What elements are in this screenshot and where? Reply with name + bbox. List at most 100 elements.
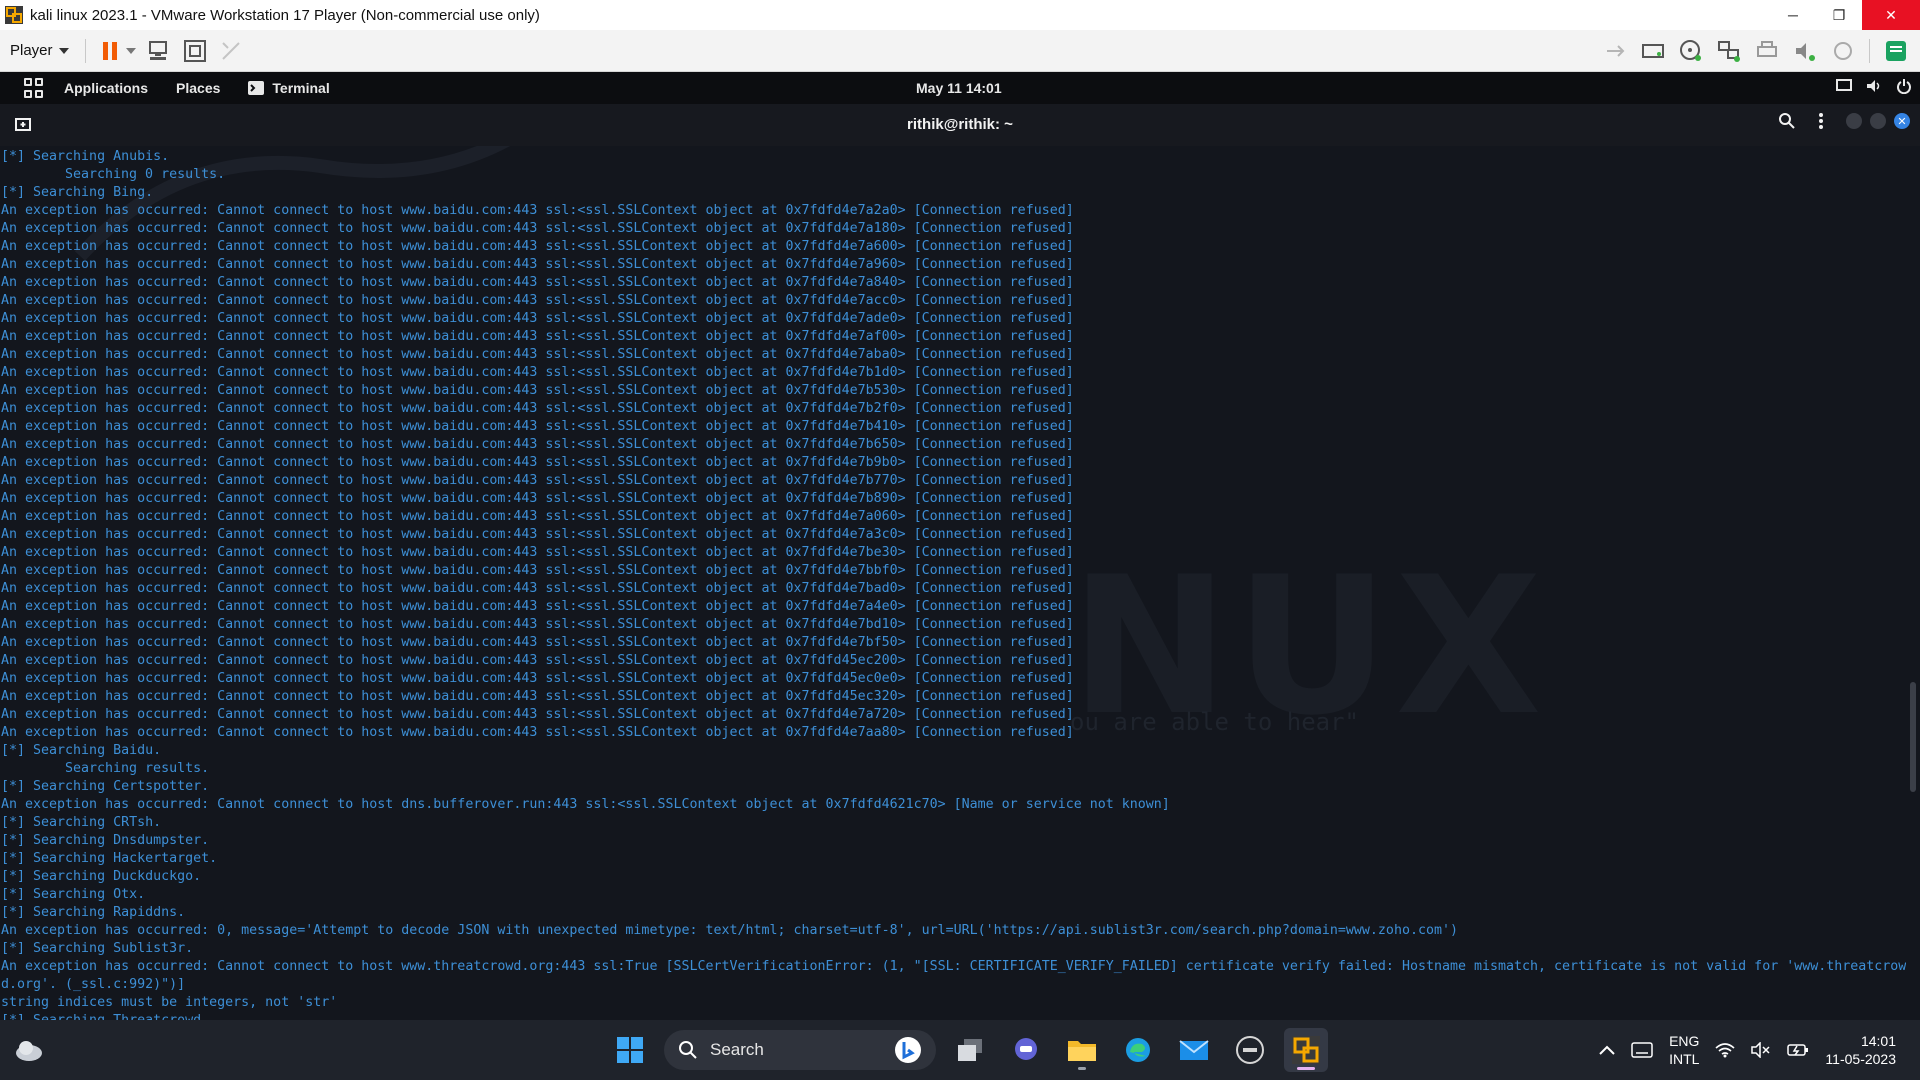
panel-clock[interactable]: May 11 14:01 [916, 80, 1002, 96]
terminal-maximize-button[interactable] [1870, 113, 1886, 129]
muted-speaker-icon[interactable] [1751, 1042, 1771, 1058]
terminal-line: [*] Searching CRTsh. [1, 815, 162, 830]
app-grid-icon[interactable] [24, 78, 44, 98]
chevron-up-icon[interactable] [1599, 1045, 1615, 1055]
taskbar-apps: Search [608, 1026, 1328, 1074]
fullscreen-icon [183, 39, 206, 62]
taskbar-date: 11-05-2023 [1825, 1051, 1896, 1067]
player-menu[interactable]: Player [0, 42, 79, 59]
fullscreen-button[interactable] [180, 36, 210, 66]
terminal-line: An exception has occurred: Cannot connec… [1, 455, 1074, 470]
dell-icon [1236, 1036, 1264, 1064]
windows-taskbar: Search ENG INTL 14:01 11-05-2023 [0, 1020, 1920, 1080]
language-code: ENG [1669, 1033, 1700, 1049]
terminal-line: An exception has occurred: Cannot connec… [1, 581, 1074, 596]
vmware-icon [1292, 1036, 1320, 1064]
terminal-output[interactable]: NUX ou are able to hear" [*] Searching A… [0, 146, 1920, 1020]
file-explorer-icon [1068, 1041, 1096, 1061]
usb-device-button[interactable] [1714, 36, 1744, 66]
unity-button[interactable] [216, 36, 246, 66]
taskbar-clock[interactable]: 14:01 11-05-2023 [1825, 1032, 1912, 1068]
dell-button[interactable] [1228, 1028, 1272, 1072]
terminal-line: An exception has occurred: 0, message='A… [1, 923, 1458, 938]
unity-icon [221, 41, 240, 60]
terminal-task-label: Terminal [272, 80, 330, 96]
kebab-menu-icon[interactable] [1818, 112, 1824, 130]
applications-menu[interactable]: Applications [64, 80, 148, 96]
printer-device-button[interactable] [1752, 36, 1782, 66]
terminal-line: An exception has occurred: Cannot connec… [1, 563, 1074, 578]
cd-device-button[interactable] [1676, 36, 1706, 66]
terminal-line: An exception has occurred: Cannot connec… [1, 203, 1074, 218]
terminal-line: An exception has occurred: Cannot connec… [1, 383, 1074, 398]
terminal-line: An exception has occurred: Cannot connec… [1, 959, 1906, 974]
terminal-line: An exception has occurred: Cannot connec… [1, 797, 1170, 812]
terminal-minimize-button[interactable] [1846, 113, 1862, 129]
hard-disk-device-button[interactable] [1638, 36, 1668, 66]
player-menu-label: Player [10, 42, 53, 59]
terminal-line: An exception has occurred: Cannot connec… [1, 617, 1074, 632]
search-icon[interactable] [1778, 112, 1796, 130]
terminal-close-button[interactable]: ✕ [1894, 113, 1910, 129]
taskbar-search[interactable]: Search [664, 1030, 936, 1070]
teams-chat-button[interactable] [1004, 1028, 1048, 1072]
terminal-line: An exception has occurred: Cannot connec… [1, 599, 1074, 614]
terminal-line: [*] Searching Rapiddns. [1, 905, 186, 920]
file-explorer-button[interactable] [1060, 1028, 1104, 1072]
minimize-button[interactable]: ─ [1770, 0, 1816, 30]
terminal-line: string indices must be integers, not 'st… [1, 995, 338, 1010]
printer-icon [1757, 40, 1777, 57]
toolbar-divider [84, 38, 86, 63]
window-controls: ✕ [1846, 113, 1910, 129]
terminal-headerbar: rithik@rithik: ~ ✕ [0, 104, 1920, 146]
pause-dropdown[interactable] [124, 36, 138, 66]
removable-device-button[interactable] [1828, 36, 1858, 66]
send-ctrl-alt-del-button[interactable] [144, 36, 174, 66]
display-icon[interactable] [1836, 78, 1852, 94]
terminal-line: [*] Searching Certspotter. [1, 779, 210, 794]
system-tray: ENG INTL 14:01 11-05-2023 [1599, 1020, 1912, 1080]
running-indicator [1297, 1067, 1315, 1070]
pause-button[interactable] [95, 36, 125, 66]
terminal-icon [248, 81, 265, 95]
network-device-button[interactable] [1600, 36, 1630, 66]
sound-device-button[interactable] [1790, 36, 1820, 66]
wifi-icon[interactable] [1715, 1042, 1735, 1058]
bing-icon [895, 1037, 921, 1063]
terminal-scrollbar[interactable] [1910, 682, 1916, 792]
terminal-line: An exception has occurred: Cannot connec… [1, 329, 1074, 344]
keyboard-icon[interactable] [1631, 1042, 1653, 1058]
battery-icon[interactable] [1787, 1042, 1809, 1058]
terminal-line: An exception has occurred: Cannot connec… [1, 437, 1074, 452]
terminal-lines: [*] Searching Anubis. Searching 0 results… [1, 148, 1906, 1020]
weather-icon[interactable] [14, 1036, 44, 1064]
edge-button[interactable] [1116, 1028, 1160, 1072]
terminal-task-button[interactable]: Terminal [248, 80, 330, 96]
terminal-line: An exception has occurred: Cannot connec… [1, 707, 1074, 722]
terminal-line: An exception has occurred: Cannot connec… [1, 293, 1074, 308]
close-button[interactable]: ✕ [1862, 0, 1920, 30]
places-menu[interactable]: Places [176, 80, 220, 96]
start-button[interactable] [608, 1028, 652, 1072]
terminal-line: [*] Searching Bing. [1, 185, 154, 200]
teams-chat-icon [1015, 1038, 1037, 1060]
new-tab-icon[interactable] [14, 115, 32, 133]
volume-icon[interactable] [1866, 78, 1882, 94]
power-icon[interactable] [1896, 78, 1912, 94]
terminal-line: [*] Searching Sublist3r. [1, 941, 194, 956]
language-indicator[interactable]: ENG INTL [1669, 1032, 1699, 1068]
edge-icon [1126, 1038, 1150, 1062]
chevron-down-icon [58, 47, 69, 54]
keyboard-layout: INTL [1669, 1051, 1700, 1067]
search-icon [679, 1041, 697, 1059]
mail-button[interactable] [1172, 1028, 1216, 1072]
terminal-line: An exception has occurred: Cannot connec… [1, 653, 1074, 668]
pause-icon [102, 41, 117, 60]
task-view-button[interactable] [948, 1028, 992, 1072]
task-view-icon [958, 1039, 982, 1061]
restore-button[interactable]: ❐ [1816, 0, 1862, 30]
vmware-taskbar-button[interactable] [1284, 1028, 1328, 1072]
terminal-line: [*] Searching Hackertarget. [1, 851, 218, 866]
message-log-button[interactable] [1881, 36, 1911, 66]
terminal-line: [*] Searching Otx. [1, 887, 146, 902]
